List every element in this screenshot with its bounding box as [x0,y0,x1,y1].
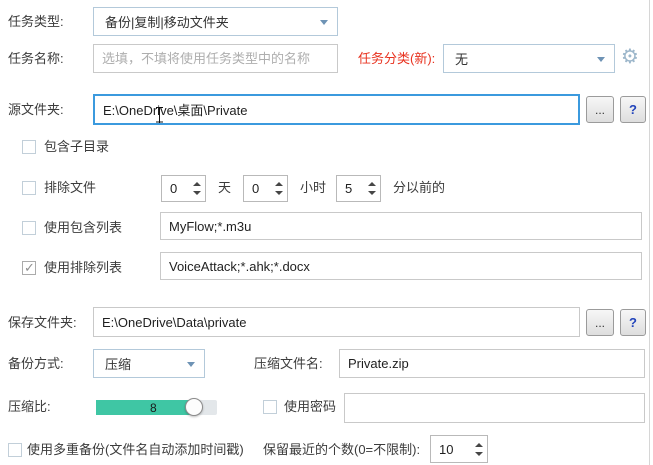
spin-up-icon[interactable] [193,182,201,186]
hours-unit-label: 小时 [300,180,327,195]
exclude-files-label: 排除文件 [44,180,97,195]
spin-down-icon[interactable] [475,451,483,456]
exclude-files-checkbox[interactable] [22,181,36,195]
multi-backup-checkbox[interactable] [8,443,22,457]
spin-up-icon[interactable] [275,182,283,186]
save-browse-button[interactable]: ... [586,309,614,336]
save-help-button[interactable]: ? [620,309,646,336]
gear-icon[interactable]: ⚙ [621,47,639,67]
save-folder-input[interactable] [93,307,580,337]
days-spinner[interactable]: 0 [161,175,206,202]
backup-method-select[interactable]: 压缩 [93,349,205,378]
task-name-input[interactable] [93,44,338,73]
backup-task-form: 任务类型: 备份|复制|移动文件夹 任务名称: 任务分类(新): 无 ⚙ 源文件… [0,0,653,465]
task-category-select[interactable]: 无 [443,44,615,73]
compression-slider[interactable]: 8 [96,398,217,416]
chevron-down-icon [187,361,195,367]
slider-thumb[interactable] [185,398,203,416]
task-category-label: 任务分类(新): [358,51,436,66]
panel-right-border [649,0,650,465]
include-list-input[interactable] [160,212,642,240]
days-value: 0 [170,181,178,196]
slider-value: 8 [150,400,157,415]
include-subdirs-checkbox[interactable] [22,140,36,154]
keep-count-value: 10 [439,441,454,457]
source-folder-label: 源文件夹: [8,102,64,117]
spinner-arrows[interactable] [364,176,380,201]
minutes-spinner[interactable]: 5 [336,175,381,202]
backup-method-value: 压缩 [105,357,132,372]
include-list-label: 使用包含列表 [44,220,123,235]
exclude-list-input[interactable] [160,252,642,280]
slider-fill [96,400,197,415]
spinner-arrows[interactable] [271,176,287,201]
spinner-arrows[interactable] [471,436,487,462]
keep-count-label: 保留最近的个数(0=不限制): [263,442,421,457]
backup-method-label: 备份方式: [8,356,64,371]
spin-up-icon[interactable] [475,442,483,447]
task-name-label: 任务名称: [8,51,64,66]
include-list-checkbox[interactable] [22,221,36,235]
source-help-button[interactable]: ? [620,96,646,123]
use-password-label: 使用密码 [284,399,337,414]
save-folder-label: 保存文件夹: [8,315,77,330]
spin-up-icon[interactable] [368,182,376,186]
keep-count-spinner[interactable]: 10 [430,435,488,463]
source-folder-input[interactable] [93,94,580,125]
hours-value: 0 [252,181,260,196]
spinner-arrows[interactable] [189,176,205,201]
password-input[interactable] [344,393,645,423]
source-browse-button[interactable]: ... [586,96,614,123]
multi-backup-label: 使用多重备份(文件名自动添加时间戳) [27,442,244,457]
zip-name-label: 压缩文件名: [254,356,323,371]
chevron-down-icon [597,56,605,62]
include-subdirs-label: 包含子目录 [44,139,110,154]
spin-down-icon[interactable] [275,191,283,195]
task-type-select[interactable]: 备份|复制|移动文件夹 [93,7,338,36]
minutes-suffix-label: 分以前的 [393,180,446,195]
spin-down-icon[interactable] [193,191,201,195]
task-category-value: 无 [455,52,469,67]
chevron-down-icon [320,19,328,25]
days-unit-label: 天 [218,180,232,195]
exclude-list-checkbox[interactable] [22,260,36,276]
use-password-checkbox[interactable] [263,400,277,414]
zip-name-input[interactable] [339,349,645,378]
task-type-value: 备份|复制|移动文件夹 [105,15,229,30]
spin-down-icon[interactable] [368,191,376,195]
hours-spinner[interactable]: 0 [243,175,288,202]
task-type-label: 任务类型: [8,14,64,29]
exclude-list-label: 使用排除列表 [44,260,123,275]
compression-label: 压缩比: [8,399,51,414]
minutes-value: 5 [345,181,353,196]
